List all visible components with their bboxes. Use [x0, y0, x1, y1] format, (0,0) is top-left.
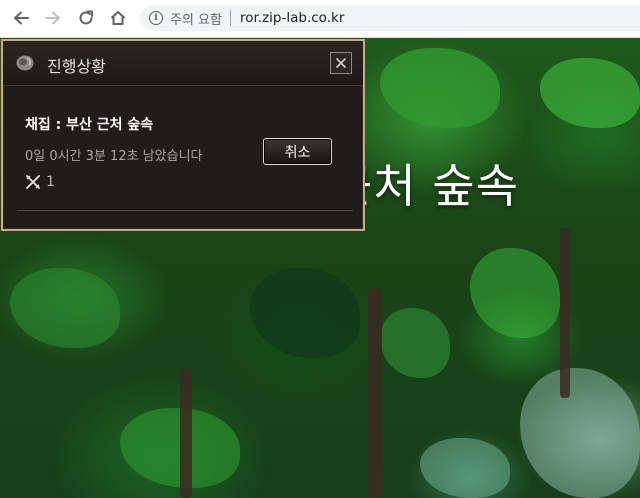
foliage [470, 248, 560, 338]
time-remaining: 0일 0시간 3분 12초 남았습니다 [25, 149, 203, 164]
foliage [380, 308, 450, 378]
home-button[interactable] [105, 5, 131, 31]
close-icon [335, 57, 347, 69]
reload-button[interactable] [73, 5, 99, 31]
foliage [10, 268, 120, 348]
info-icon[interactable]: i [149, 11, 163, 25]
reload-icon [79, 10, 93, 25]
url-text[interactable]: ror.zip-lab.co.kr [240, 10, 344, 26]
tree-trunk [180, 368, 192, 498]
tree-trunk [368, 288, 382, 498]
forward-button[interactable] [40, 5, 66, 31]
foliage [520, 368, 640, 498]
foliage [420, 438, 510, 498]
foliage [540, 58, 640, 128]
dialog-title: 진행상황 [47, 57, 106, 76]
foliage [250, 268, 360, 358]
task-label: 채집 : 부산 근처 숲속 [25, 117, 154, 133]
foliage [380, 48, 500, 128]
forward-arrow-icon [45, 11, 60, 25]
browser-toolbar: i 주의 요함 ror.zip-lab.co.kr [0, 0, 640, 38]
close-button[interactable] [330, 52, 352, 74]
cancel-button[interactable]: 취소 [263, 138, 332, 165]
home-icon [110, 11, 126, 25]
security-label[interactable]: 주의 요함 [170, 9, 222, 28]
tree-trunk [560, 228, 570, 398]
divider [17, 210, 353, 211]
crossed-tools-icon [26, 175, 40, 189]
count-value: 1 [46, 174, 55, 190]
dialog-header: 진행상황 [3, 41, 363, 86]
progress-dialog: 진행상황 채집 : 부산 근처 숲속 0일 0시간 3분 12초 남았습니다 취… [1, 39, 365, 231]
back-arrow-icon [14, 11, 29, 25]
address-separator [229, 10, 231, 26]
address-bar[interactable]: i 주의 요함 ror.zip-lab.co.kr [140, 5, 640, 31]
back-button[interactable] [8, 5, 34, 31]
progress-icon [16, 55, 34, 71]
gather-count: 1 [25, 174, 55, 190]
